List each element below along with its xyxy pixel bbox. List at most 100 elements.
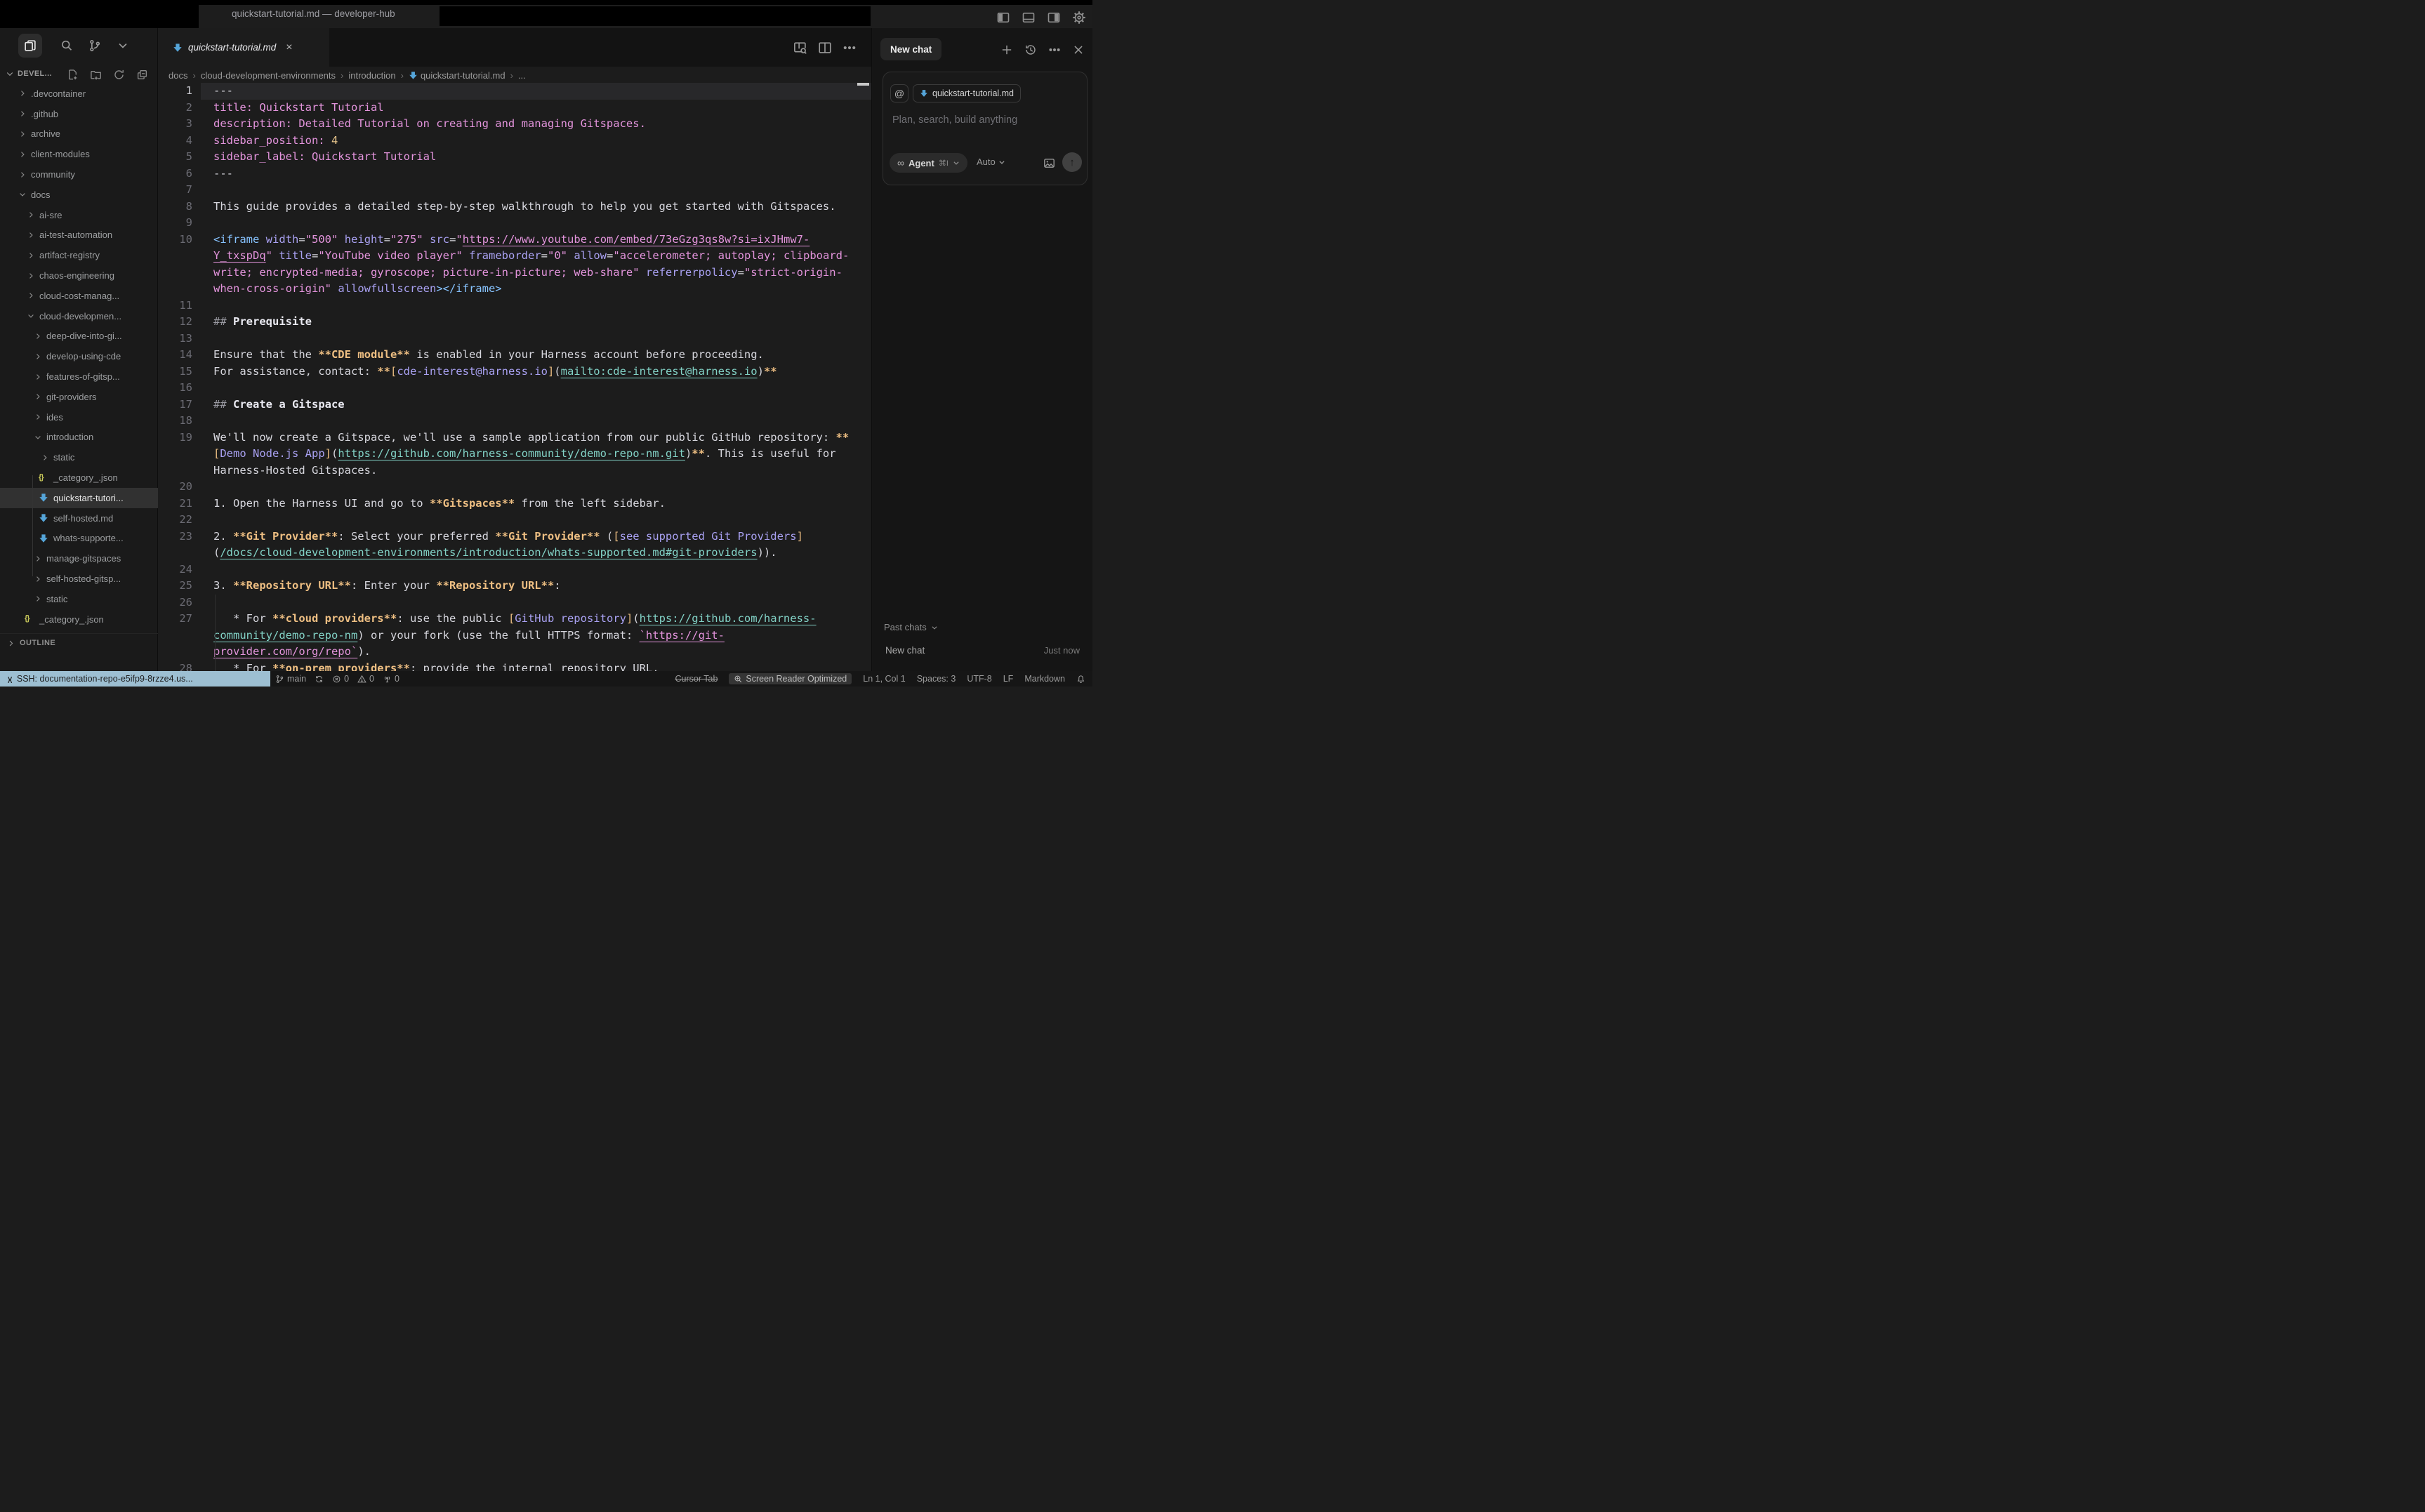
outline-section[interactable]: OUTLINE (0, 633, 158, 652)
layout-panel-icon[interactable] (1022, 11, 1036, 25)
chevron-collapsed-icon (41, 453, 49, 462)
tab-bar: quickstart-tutorial.md × (158, 28, 871, 67)
status-bell[interactable] (1076, 675, 1085, 684)
status-main[interactable]: main (275, 674, 306, 684)
tree-item-quickstart-tutori-[interactable]: quickstart-tutori... (0, 488, 158, 508)
chevron-down-icon (953, 159, 960, 166)
tree-item-git-providers[interactable]: git-providers (0, 387, 158, 407)
open-preview-icon[interactable] (793, 41, 807, 55)
remote-icon: >< (5, 677, 13, 682)
chevron-collapsed-icon (18, 130, 27, 138)
chat-placeholder[interactable]: Plan, search, build anything (892, 114, 1017, 126)
tree-item-ai-test-automation[interactable]: ai-test-automation (0, 225, 158, 246)
tree-item-features-of-gitsp-[interactable]: features-of-gitsp... (0, 366, 158, 387)
layout-sidebar-left-icon[interactable] (996, 11, 1010, 25)
context-file-chip[interactable]: quickstart-tutorial.md (913, 84, 1021, 102)
tree-item-self-hosted-md[interactable]: self-hosted.md (0, 508, 158, 529)
activity-explorer[interactable] (18, 34, 42, 58)
add-chat-icon[interactable] (1000, 44, 1013, 56)
status-utf-8[interactable]: UTF-8 (967, 674, 991, 684)
tree-item-introduction[interactable]: introduction (0, 427, 158, 448)
new-file-icon[interactable] (67, 69, 79, 81)
zoom-plus-icon (734, 675, 743, 684)
tree-item-ides[interactable]: ides (0, 407, 158, 427)
close-tab-icon[interactable]: × (286, 41, 292, 54)
add-context-button[interactable]: @ (890, 84, 908, 102)
split-editor-icon[interactable] (818, 41, 832, 55)
status-markdown[interactable]: Markdown (1024, 674, 1065, 684)
chevron-collapsed-icon (34, 392, 42, 401)
tree-item-deep-dive-into-gi-[interactable]: deep-dive-into-gi... (0, 326, 158, 347)
breadcrumb-item[interactable]: quickstart-tutorial.md (409, 70, 506, 81)
breadcrumb-item[interactable]: cloud-development-environments (201, 70, 336, 81)
editor-line: Harness-Hosted Gitspaces. (158, 463, 871, 479)
collapse-all-icon[interactable] (136, 69, 148, 81)
chat-tab-new-chat[interactable]: New chat (880, 38, 941, 60)
agent-mode-selector[interactable]: ∞ Agent ⌘I (890, 153, 967, 173)
tree-item--category-json[interactable]: {}_category_.json (0, 609, 158, 630)
tree-item-archive[interactable]: archive (0, 124, 158, 145)
chevron-collapsed-icon (34, 413, 42, 421)
tree-item--github[interactable]: .github (0, 104, 158, 124)
breadcrumb-item[interactable]: ... (518, 70, 526, 81)
status-0[interactable]: 0 (332, 674, 349, 684)
more-actions-icon[interactable] (843, 41, 857, 55)
tree-item-self-hosted-gitsp-[interactable]: self-hosted-gitsp... (0, 569, 158, 589)
history-icon[interactable] (1024, 44, 1037, 56)
settings-gear-icon[interactable] (1072, 11, 1086, 25)
more-icon[interactable] (1048, 44, 1061, 56)
status-ln-1-col-1[interactable]: Ln 1, Col 1 (863, 674, 905, 684)
activity-more-chevron[interactable] (111, 34, 135, 58)
remote-ssh-indicator[interactable]: >< SSH: documentation-repo-e5ifp9-8rzze4… (0, 671, 270, 687)
breadcrumb-item[interactable]: introduction (348, 70, 395, 81)
explorer-section-header[interactable]: DEVEL... (0, 66, 158, 84)
breadcrumb-item[interactable]: docs (169, 70, 187, 81)
close-icon[interactable] (1072, 44, 1085, 56)
chevron-collapsed-icon (18, 110, 27, 118)
editor-line: 24 (158, 562, 871, 578)
chevron-right-icon (7, 639, 15, 647)
tree-item-chaos-engineering[interactable]: chaos-engineering (0, 265, 158, 286)
tree-item-whats-supporte-[interactable]: whats-supporte... (0, 529, 158, 549)
tree-item-static[interactable]: static (0, 447, 158, 467)
status-sync[interactable] (315, 675, 324, 684)
editor-content[interactable]: 1---2title: Quickstart Tutorial3descript… (158, 83, 871, 671)
new-folder-icon[interactable] (90, 69, 102, 81)
tree-item-artifact-registry[interactable]: artifact-registry (0, 245, 158, 265)
editor-line: (/docs/cloud-development-environments/in… (158, 545, 871, 562)
attach-image-icon[interactable] (1043, 157, 1055, 169)
tree-item-ai-sre[interactable]: ai-sre (0, 205, 158, 225)
tree-item-cloud-developmen-[interactable]: cloud-developmen... (0, 306, 158, 326)
tree-item-client-modules[interactable]: client-modules (0, 144, 158, 164)
tree-item-community[interactable]: community (0, 164, 158, 185)
layout-sidebar-right-icon[interactable] (1047, 11, 1061, 25)
tree-item-manage-gitspaces[interactable]: manage-gitspaces (0, 548, 158, 569)
refresh-icon[interactable] (113, 69, 125, 81)
status-spaces-3[interactable]: Spaces: 3 (917, 674, 956, 684)
tree-item-static[interactable]: static (0, 589, 158, 609)
tree-item-develop-using-cde[interactable]: develop-using-cde (0, 346, 158, 366)
status-screen-reader-optimized[interactable]: Screen Reader Optimized (729, 673, 852, 684)
chevron-collapsed-icon (34, 555, 42, 563)
activity-search[interactable] (55, 34, 79, 58)
status-cursor-tab[interactable]: Cursor Tab (675, 674, 718, 684)
status-0[interactable]: 0 (357, 674, 374, 684)
status-lf[interactable]: LF (1003, 674, 1014, 684)
chevron-collapsed-icon (18, 171, 27, 179)
past-chat-item[interactable]: New chat Just now (872, 640, 1093, 660)
chat-input-box[interactable]: @ quickstart-tutorial.md Plan, search, b… (883, 72, 1088, 185)
editor-line: 17## Create a Gitspace (158, 397, 871, 413)
model-selector[interactable]: Auto (977, 157, 1005, 167)
tree-item-cloud-cost-manag-[interactable]: cloud-cost-manag... (0, 286, 158, 306)
status-0[interactable]: 0 (383, 674, 399, 684)
activity-source-control[interactable] (83, 34, 107, 58)
tree-item--category-json[interactable]: {}_category_.json (0, 467, 158, 488)
tree-item--devcontainer[interactable]: .devcontainer (0, 84, 158, 104)
send-button[interactable]: ↑ (1062, 152, 1082, 172)
tree-item-docs[interactable]: docs (0, 185, 158, 205)
editor-line: 10<iframe width="500" height="275" src="… (158, 232, 871, 248)
past-chats-toggle[interactable]: Past chats (884, 622, 938, 632)
tab-quickstart-tutorial[interactable]: quickstart-tutorial.md × (158, 28, 329, 67)
chevron-collapsed-icon (18, 150, 27, 159)
chevron-collapsed-icon (34, 332, 42, 340)
